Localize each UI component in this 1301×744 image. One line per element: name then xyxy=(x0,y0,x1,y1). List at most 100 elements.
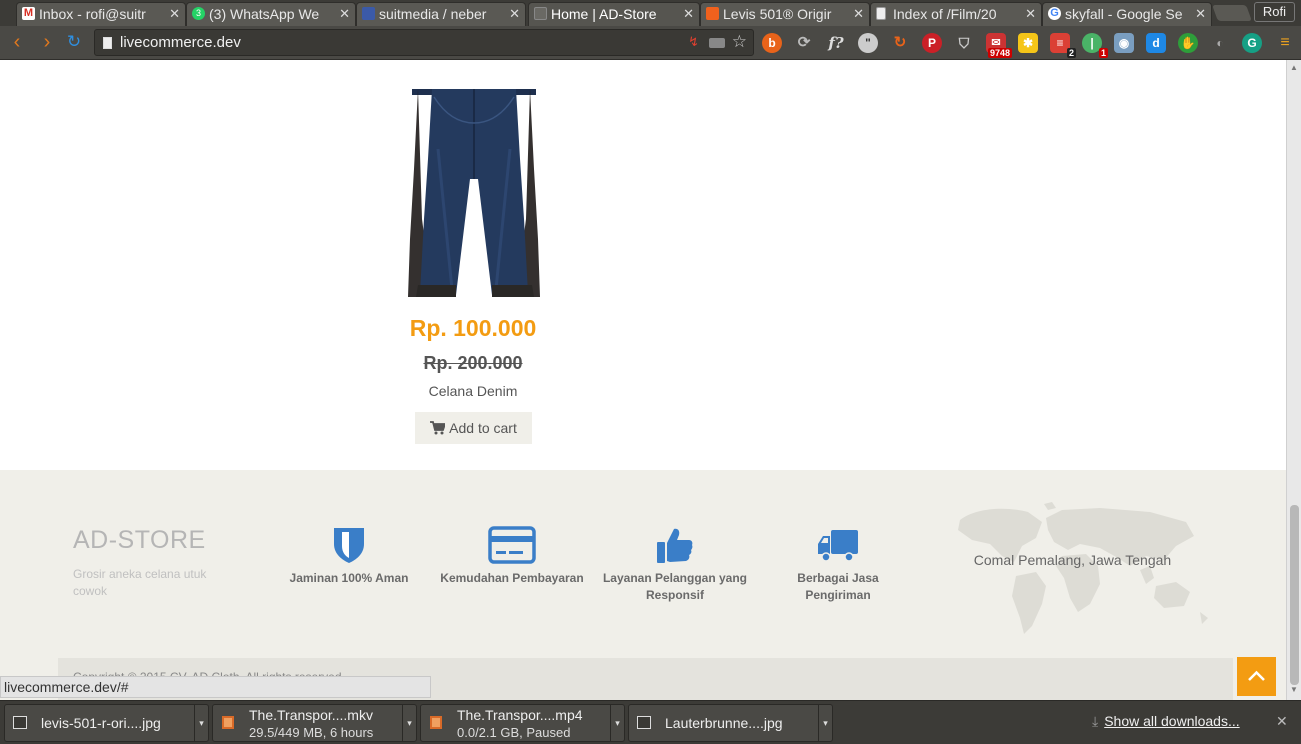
download-filename: The.Transpor....mp4 xyxy=(457,707,583,723)
close-icon[interactable]: ✕ xyxy=(1276,713,1288,730)
status-url-bubble: livecommerce.dev/# xyxy=(0,676,431,698)
tab-title: suitmedia / neber xyxy=(379,6,487,22)
tab-title: Index of /Film/20 xyxy=(893,6,997,22)
footer-tagline: Grosir aneka celana utuk cowok xyxy=(73,567,207,598)
product-price: Rp. 100.000 xyxy=(409,315,537,341)
show-all-downloads-link[interactable]: ⤓ Show all downloads... xyxy=(1092,713,1240,730)
chevron-down-icon[interactable]: ▾ xyxy=(194,705,208,741)
tab-ad-store[interactable]: Home | AD-Store ✕ xyxy=(528,2,700,26)
scroll-to-top-button[interactable] xyxy=(1237,657,1276,696)
chevron-down-icon[interactable]: ▾ xyxy=(402,705,416,741)
add-to-cart-label: Add to cart xyxy=(449,420,517,436)
tab-levis[interactable]: Levis 501® Origir ✕ xyxy=(700,2,870,26)
menu-icon[interactable]: ≡ xyxy=(1274,33,1296,53)
footer-location: Comal Pemalang, Jawa Tengah xyxy=(973,552,1172,568)
chevron-up-icon xyxy=(1248,670,1265,681)
video-file-icon xyxy=(430,716,442,729)
todo-count-badge: 2 xyxy=(1066,48,1076,58)
bookmark-star-icon[interactable]: ☆ xyxy=(732,32,747,52)
vimium-icon[interactable]: ↯ xyxy=(688,34,699,50)
download-filename: The.Transpor....mkv xyxy=(249,707,373,723)
product-old-price: Rp. 200.000 xyxy=(423,353,523,373)
feature-label: Berbagai Jasa Pengiriman xyxy=(797,571,879,602)
product-name[interactable]: Celana Denim xyxy=(373,383,573,399)
sync-icon[interactable]: ⟳ xyxy=(794,33,814,53)
chevron-down-icon[interactable]: ▾ xyxy=(610,705,624,741)
image-file-icon xyxy=(13,716,27,729)
gmail-icon: M xyxy=(22,7,35,20)
scroll-down-arrow-icon[interactable]: ▼ xyxy=(1290,685,1298,694)
profile-button[interactable]: Rofi xyxy=(1253,2,1295,22)
pushbullet-count-badge: 1 xyxy=(1098,48,1108,58)
credit-card-icon xyxy=(488,526,536,564)
scrollbar-thumb[interactable] xyxy=(1290,505,1299,685)
address-bar[interactable]: livecommerce.dev ↯ ☆ xyxy=(94,29,754,56)
show-all-label: Show all downloads... xyxy=(1104,713,1240,729)
footer-brand: AD-STORE xyxy=(73,526,206,554)
forward-button[interactable]: › xyxy=(36,31,58,53)
grammarly-icon[interactable]: G xyxy=(1242,33,1262,53)
page-scrollbar[interactable]: ▲ ▼ xyxy=(1286,60,1301,700)
tab-google-search[interactable]: G skyfall - Google Se ✕ xyxy=(1042,2,1212,26)
page-icon xyxy=(103,37,112,49)
page-icon xyxy=(534,7,547,20)
close-icon[interactable]: ✕ xyxy=(683,3,694,25)
download-item[interactable]: Lauterbrunne....jpg ▾ xyxy=(628,704,833,742)
cast-icon[interactable] xyxy=(709,38,725,48)
download-status: 0.0/2.1 GB, Paused xyxy=(457,725,571,740)
chevron-down-icon[interactable]: ▾ xyxy=(818,705,832,741)
page-viewport: Rp. 100.000 Rp. 200.000 Celana Denim Add… xyxy=(0,60,1286,700)
screenshot-camera-icon[interactable]: ◉ xyxy=(1114,33,1134,53)
quote-icon[interactable]: " xyxy=(858,33,878,53)
tab-gmail[interactable]: M Inbox - rofi@suitr ✕ xyxy=(16,2,186,26)
tab-index-film[interactable]: Index of /Film/20 ✕ xyxy=(870,2,1042,26)
cart-icon xyxy=(430,421,447,435)
download-status: 29.5/449 MB, 6 hours xyxy=(249,725,374,740)
truck-icon xyxy=(818,530,858,562)
close-icon[interactable]: ✕ xyxy=(509,3,520,25)
close-icon[interactable]: ✕ xyxy=(1025,3,1036,25)
download-shelf: levis-501-r-ori....jpg ▾ The.Transpor...… xyxy=(0,700,1301,744)
world-map-image xyxy=(958,502,1208,634)
refresh-ext-icon[interactable]: ↻ xyxy=(890,33,910,53)
gitlab-icon xyxy=(362,7,375,20)
tab-gitlab[interactable]: suitmedia / neber ✕ xyxy=(356,2,526,26)
mail-checker-icon[interactable]: ✉ 9748 xyxy=(986,33,1012,58)
reload-button[interactable]: ↻ xyxy=(63,31,85,53)
todoist-icon[interactable]: ≡ 2 xyxy=(1050,33,1076,58)
tab-title: Levis 501® Origir xyxy=(723,6,832,22)
google-icon: G xyxy=(1048,7,1061,20)
notes-icon[interactable]: ✱ xyxy=(1018,33,1038,53)
add-to-cart-button[interactable]: Add to cart xyxy=(415,412,532,444)
hand-cursor-icon[interactable]: ✋ xyxy=(1178,33,1198,53)
tab-whatsapp[interactable]: 3 (3) WhatsApp We ✕ xyxy=(186,2,356,26)
shield-ext-icon[interactable]: ⛉ xyxy=(954,33,974,53)
back-button[interactable]: ‹ xyxy=(6,31,28,53)
download-item[interactable]: The.Transpor....mkv 29.5/449 MB, 6 hours… xyxy=(212,704,417,742)
download-filename: levis-501-r-ori....jpg xyxy=(41,715,161,731)
download-item[interactable]: levis-501-r-ori....jpg ▾ xyxy=(4,704,209,742)
tab-title: Home | AD-Store xyxy=(551,6,657,22)
close-icon[interactable]: ✕ xyxy=(339,3,350,25)
feature-label: Kemudahan Pembayaran xyxy=(440,571,584,585)
pushbullet-icon[interactable]: | 1 xyxy=(1082,33,1108,58)
dictionary-icon[interactable]: d xyxy=(1146,33,1166,53)
tab-title: (3) WhatsApp We xyxy=(209,6,320,22)
font-finder-icon[interactable]: f? xyxy=(826,33,846,53)
scroll-up-arrow-icon[interactable]: ▲ xyxy=(1290,63,1298,72)
close-icon[interactable]: ✕ xyxy=(853,3,864,25)
feather-icon[interactable]: ◐ xyxy=(1210,33,1230,53)
feature-customer-service: Layanan Pelanggan yang Responsif xyxy=(600,526,750,604)
ext-b-icon[interactable]: b xyxy=(762,33,782,53)
close-icon[interactable]: ✕ xyxy=(169,3,180,25)
close-icon[interactable]: ✕ xyxy=(1195,3,1206,25)
download-item[interactable]: The.Transpor....mp4 0.0/2.1 GB, Paused ▾ xyxy=(420,704,625,742)
tab-title: skyfall - Google Se xyxy=(1065,6,1183,22)
whatsapp-icon: 3 xyxy=(192,7,205,20)
browser-toolbar: ‹ › ↻ livecommerce.dev ↯ ☆ b ⟳ f? " ↻ P … xyxy=(0,26,1301,60)
pinterest-icon[interactable]: P xyxy=(922,33,942,53)
site-footer: AD-STORE Grosir aneka celana utuk cowok … xyxy=(0,470,1286,700)
url-text: livecommerce.dev xyxy=(120,34,241,51)
new-tab-button[interactable] xyxy=(1212,5,1252,21)
product-image[interactable] xyxy=(408,89,540,297)
